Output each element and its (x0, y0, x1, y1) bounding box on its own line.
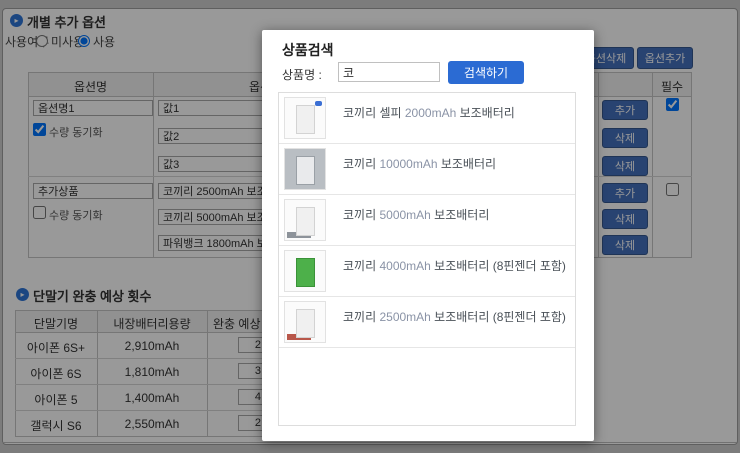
product-title: 코끼리 5000mAh 보조배터리 (343, 206, 489, 223)
product-thumbnail (284, 97, 326, 139)
product-result-item[interactable]: 코끼리 2500mAh 보조배터리 (8핀젠더 포함) (279, 297, 575, 348)
product-title: 코끼리 셀피 2000mAh 보조배터리 (343, 104, 515, 121)
search-button[interactable]: 검색하기 (448, 61, 524, 84)
modal-title: 상품검색 (282, 40, 334, 60)
screen: ▸ 개별 추가 옵션 사용여부 미사용 사용 옵션삭제 옵션추가 옵션명 옵션값… (0, 0, 740, 453)
product-thumbnail (284, 250, 326, 292)
product-title: 코끼리 10000mAh 보조배터리 (343, 155, 496, 172)
product-result-item[interactable]: 코끼리 5000mAh 보조배터리 (279, 195, 575, 246)
product-result-item[interactable]: 코끼리 셀피 2000mAh 보조배터리 (279, 93, 575, 144)
product-name-label: 상품명 : (282, 66, 322, 83)
search-results-list: 코끼리 셀피 2000mAh 보조배터리 코끼리 10000mAh 보조배터리 … (278, 92, 576, 426)
product-title: 코끼리 4000mAh 보조배터리 (8핀젠더 포함) (343, 257, 566, 274)
product-result-item[interactable]: 코끼리 4000mAh 보조배터리 (8핀젠더 포함) (279, 246, 575, 297)
product-thumbnail (284, 148, 326, 190)
product-title: 코끼리 2500mAh 보조배터리 (8핀젠더 포함) (343, 308, 566, 325)
product-search-modal: 상품검색 상품명 : 검색하기 코끼리 셀피 2000mAh 보조배터리 코끼리… (262, 30, 594, 441)
product-name-input[interactable] (338, 62, 440, 82)
product-result-item[interactable]: 코끼리 10000mAh 보조배터리 (279, 144, 575, 195)
product-thumbnail (284, 199, 326, 241)
product-thumbnail (284, 301, 326, 343)
